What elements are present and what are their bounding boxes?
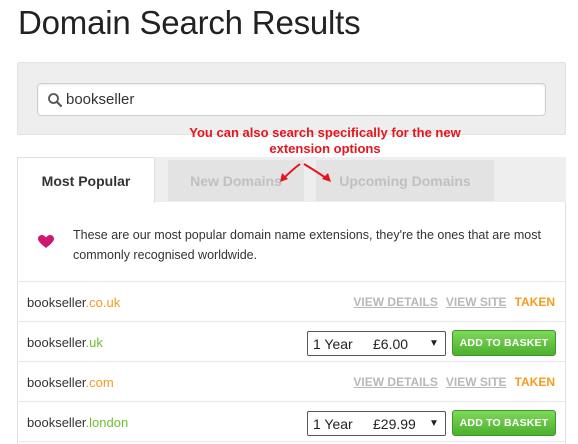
domain-name: bookseller.co.uk [27,295,120,310]
term-select[interactable]: 1 Year £29.99 ▼ [307,411,446,436]
tab-upcoming-domains[interactable]: Upcoming Domains [316,160,494,201]
view-details-link[interactable]: VIEW DETAILS [353,295,437,309]
domain-extension: .london [85,415,129,430]
domain-extension: .co.uk [85,295,121,310]
search-box[interactable] [37,83,546,116]
term-value: 1 Year [313,335,353,352]
view-site-link[interactable]: VIEW SITE [446,295,507,309]
domain-name: bookseller.london [27,415,128,430]
taken-links: VIEW DETAILS VIEW SITE TAKEN [353,295,555,309]
domain-name-base: bookseller [27,375,86,390]
domain-extension: .uk [85,335,103,350]
annotation-arrows-icon [280,163,331,182]
domain-name: bookseller.uk [27,335,103,350]
results-panel: These are our most popular domain name e… [17,202,566,444]
result-row: bookseller.uk 1 Year £6.00 ▼ ADD TO BASK… [18,323,565,362]
result-row: bookseller.london 1 Year £29.99 ▼ ADD TO… [18,403,565,442]
view-details-link[interactable]: VIEW DETAILS [353,375,437,389]
taken-label: TAKEN [514,295,555,309]
term-select[interactable]: 1 Year £6.00 ▼ [307,331,446,356]
caret-down-icon: ▼ [429,338,439,349]
annotation-callout: You can also search specifically for the… [189,125,461,156]
domain-name-base: bookseller [27,295,86,310]
taken-links: VIEW DETAILS VIEW SITE TAKEN [353,375,555,389]
result-row: bookseller.com VIEW DETAILS VIEW SITE TA… [18,363,565,402]
result-row: bookseller.co.uk VIEW DETAILS VIEW SITE … [18,283,565,322]
heart-icon [38,235,54,248]
add-to-basket-button[interactable]: ADD TO BASKET [452,330,556,356]
info-row: These are our most popular domain name e… [18,202,565,282]
search-input[interactable] [66,84,536,115]
add-to-basket-button[interactable]: ADD TO BASKET [452,410,556,436]
info-text: These are our most popular domain name e… [73,228,541,262]
domain-extension: .com [85,375,114,390]
page-title: Domain Search Results [18,4,361,41]
domain-name-base: bookseller [27,415,86,430]
taken-label: TAKEN [514,375,555,389]
view-site-link[interactable]: VIEW SITE [446,375,507,389]
domain-name-base: bookseller [27,335,86,350]
price-value: £6.00 [373,335,409,352]
caret-down-icon: ▼ [429,418,439,429]
term-value: 1 Year [313,415,353,432]
domain-name: bookseller.com [27,375,114,390]
price-value: £29.99 [373,415,416,432]
tab-most-popular[interactable]: Most Popular [17,157,155,203]
search-icon [48,93,62,107]
